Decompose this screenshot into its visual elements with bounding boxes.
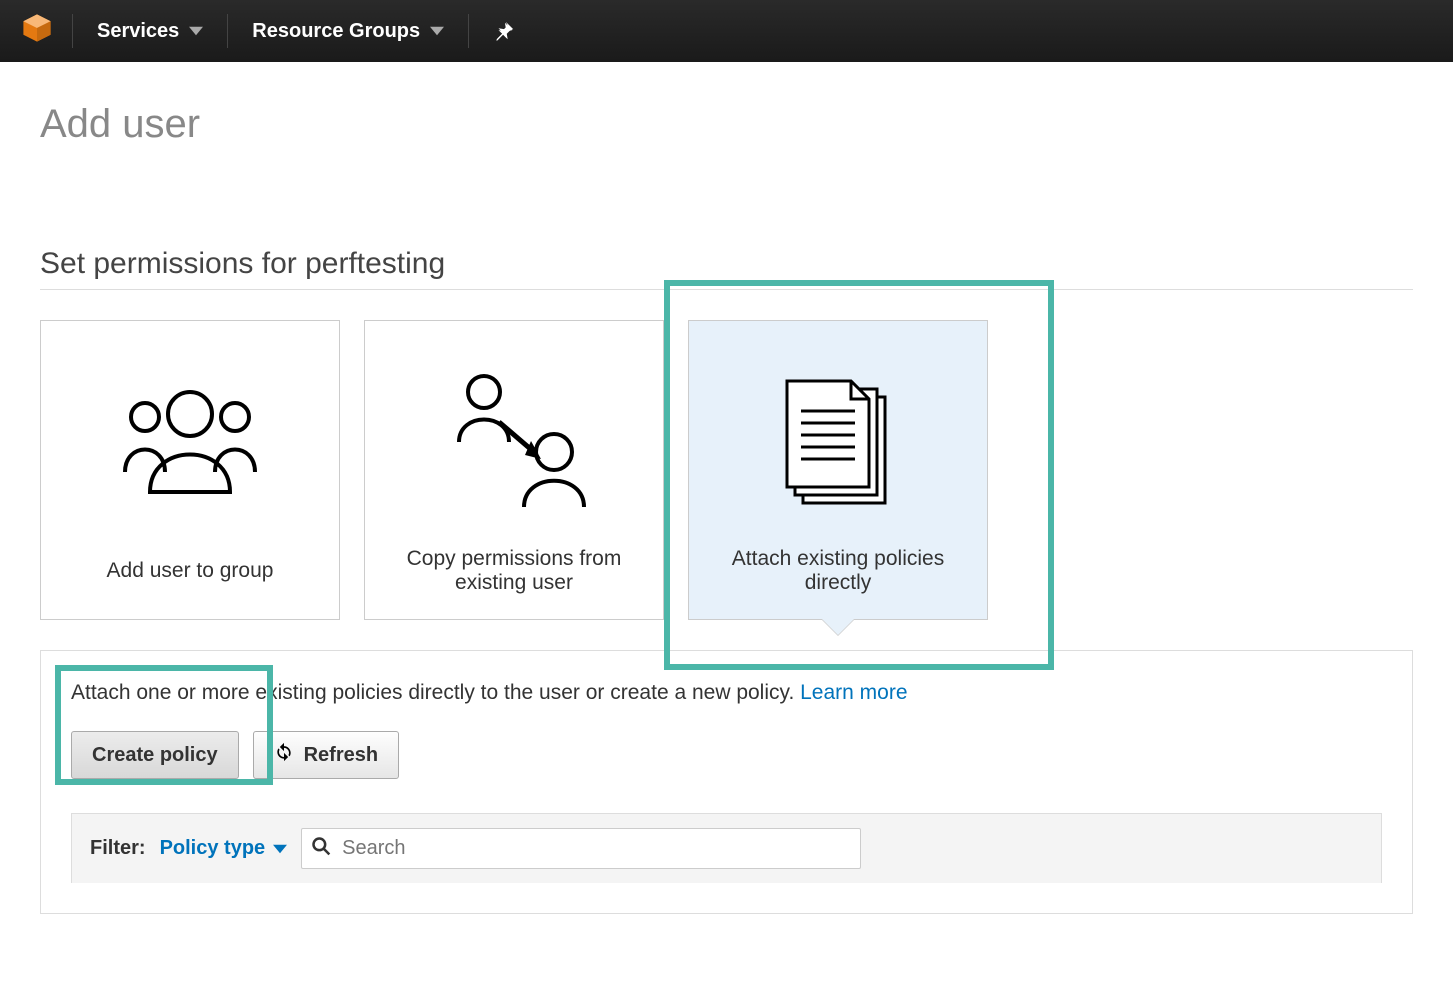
- search-icon: [311, 836, 331, 862]
- search-wrap: [301, 828, 861, 869]
- refresh-icon: [274, 742, 294, 768]
- filter-bar: Filter: Policy type: [71, 813, 1382, 883]
- nav-divider: [227, 14, 228, 48]
- chevron-down-icon: [273, 842, 287, 856]
- document-stack-icon: [709, 341, 967, 543]
- card-label: Add user to group: [107, 543, 274, 599]
- aws-logo-icon[interactable]: [20, 11, 54, 51]
- nav-divider: [72, 14, 73, 48]
- nav-resource-groups[interactable]: Resource Groups: [246, 20, 450, 43]
- nav-divider: [468, 14, 469, 48]
- button-row: Create policy Refresh: [71, 731, 1382, 779]
- helper-text-body: Attach one or more existing policies dir…: [71, 681, 800, 704]
- card-label: Attach existing policies directly: [709, 543, 967, 599]
- card-copy-permissions[interactable]: Copy permissions from existing user: [364, 320, 664, 620]
- card-label: Copy permissions from existing user: [385, 543, 643, 599]
- filter-label: Filter:: [90, 837, 146, 860]
- nav-services[interactable]: Services: [91, 20, 209, 43]
- filter-type-label: Policy type: [160, 837, 266, 860]
- chevron-down-icon: [189, 24, 203, 38]
- page-body: Add user Set permissions for perftesting…: [0, 62, 1453, 934]
- permission-cards-row: Add user to group Copy permissions from …: [40, 320, 1413, 620]
- refresh-button[interactable]: Refresh: [253, 731, 399, 779]
- helper-text: Attach one or more existing policies dir…: [71, 681, 1382, 705]
- filter-type-dropdown[interactable]: Policy type: [160, 837, 288, 860]
- top-nav: Services Resource Groups: [0, 0, 1453, 62]
- pin-icon[interactable]: [487, 20, 521, 42]
- group-icon: [61, 341, 319, 543]
- copy-user-icon: [385, 341, 643, 543]
- nav-resource-groups-label: Resource Groups: [252, 20, 420, 43]
- search-input[interactable]: [301, 828, 861, 869]
- create-policy-button[interactable]: Create policy: [71, 731, 239, 779]
- learn-more-link[interactable]: Learn more: [800, 681, 907, 704]
- card-attach-policies[interactable]: Attach existing policies directly: [688, 320, 988, 620]
- card-add-user-to-group[interactable]: Add user to group: [40, 320, 340, 620]
- chevron-down-icon: [430, 24, 444, 38]
- page-title: Add user: [40, 102, 1413, 147]
- section-title: Set permissions for perftesting: [40, 247, 1413, 290]
- refresh-label: Refresh: [304, 744, 378, 767]
- create-policy-label: Create policy: [92, 744, 218, 767]
- nav-services-label: Services: [97, 20, 179, 43]
- policy-section: Attach one or more existing policies dir…: [40, 650, 1413, 914]
